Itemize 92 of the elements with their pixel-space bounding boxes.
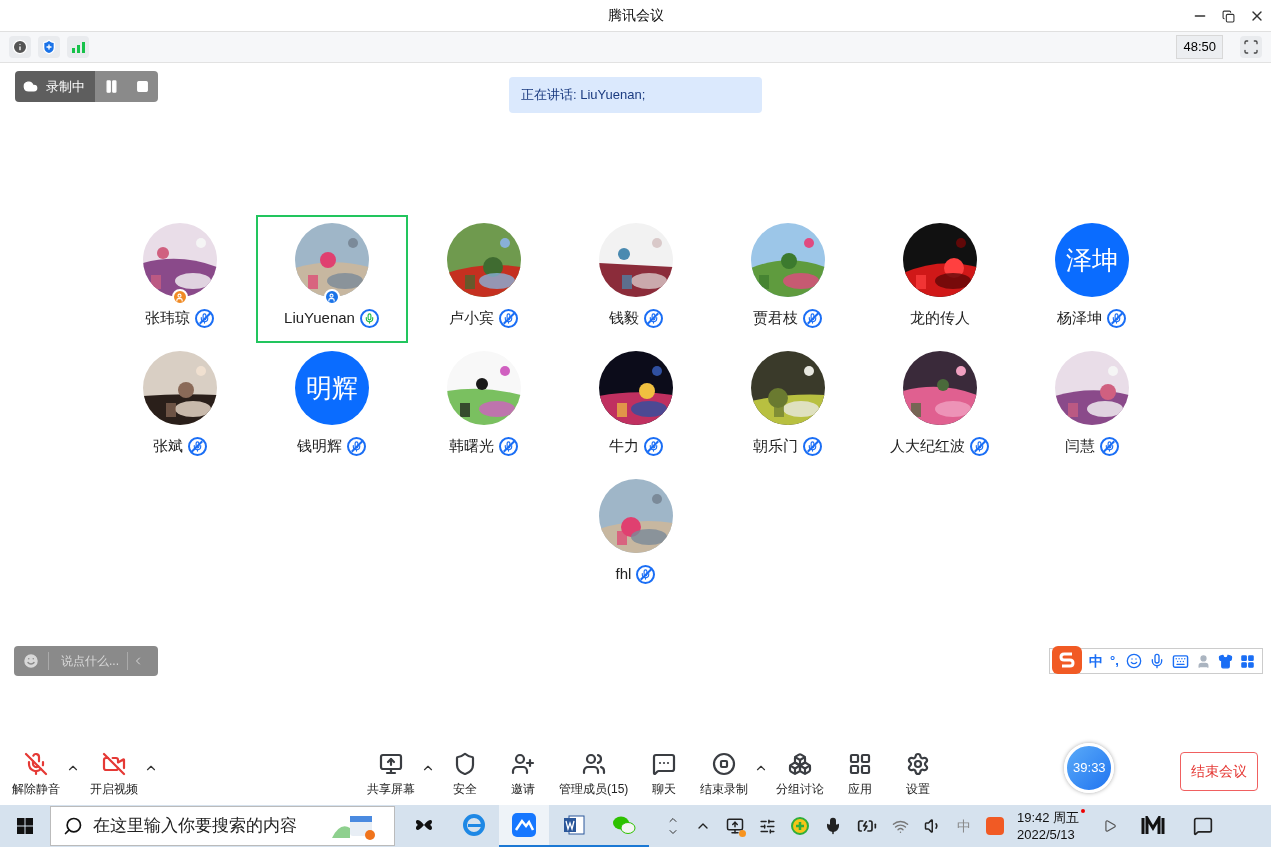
participant-tile[interactable]: 张斌	[103, 343, 256, 471]
participant-tile[interactable]: 贾君枝	[711, 215, 864, 343]
grid-icon[interactable]	[1239, 653, 1255, 669]
participant-tile[interactable]: 明辉 钱明辉	[255, 343, 408, 471]
participant-name: 钱毅	[608, 308, 639, 328]
search-field[interactable]: 在这里输入你要搜索的内容	[50, 806, 395, 846]
toolbar-button[interactable]: 聊天	[636, 752, 693, 798]
participant-tile[interactable]: 泽坤 杨泽坤	[1015, 215, 1168, 343]
logo-icon[interactable]	[1141, 816, 1166, 836]
meeting-app-icon	[512, 813, 536, 837]
participant-name: 贾君枝	[753, 308, 798, 328]
participant-tile[interactable]: LiuYuenan	[255, 215, 408, 343]
participant-name: 龙的传人	[909, 308, 970, 328]
pause-icon	[103, 79, 119, 94]
participant-tile[interactable]: 卢小宾	[407, 215, 560, 343]
info-button[interactable]	[9, 36, 31, 58]
screen-share-icon	[379, 752, 403, 776]
clock-date[interactable]: 2022/5/13	[1017, 826, 1080, 843]
participant-name: 张斌	[152, 436, 183, 456]
chat-bubble-icon	[652, 752, 677, 776]
participant-name: 钱明辉	[297, 436, 342, 456]
shield-icon	[41, 39, 57, 55]
participant-tile[interactable]: 牛力	[559, 343, 712, 471]
input-method-tray-icon[interactable]	[986, 817, 1004, 835]
participant-name: 张玮琼	[145, 308, 190, 328]
document-app-icon	[562, 813, 586, 837]
end-meeting-button[interactable]: 结束会议	[1180, 751, 1258, 791]
search-icon	[63, 816, 83, 836]
participant-tile[interactable]: fhl	[559, 471, 712, 599]
restore-icon[interactable]	[1222, 9, 1235, 23]
toolbar-button[interactable]: 应用	[832, 752, 889, 798]
toolbar-button[interactable]: 分组讨论	[770, 752, 831, 798]
emoji-icon[interactable]	[1125, 653, 1142, 669]
info-icon	[12, 39, 28, 55]
participant-tile[interactable]: 张玮琼	[103, 215, 256, 343]
participant-name: LiuYuenan	[284, 308, 355, 328]
fullscreen-button[interactable]	[1240, 36, 1262, 58]
muted-microphone-icon	[24, 752, 48, 776]
clock-time[interactable]: 19:42 周五	[1017, 809, 1080, 826]
toolbar-button[interactable]: 管理成员(15)	[553, 752, 635, 798]
toolbar-button[interactable]: 邀请	[495, 752, 551, 798]
elapsed-time: 48:50	[1176, 35, 1223, 59]
toolbar-button[interactable]: 结束录制	[694, 752, 755, 798]
participant-tile[interactable]: 韩曙光	[407, 343, 560, 471]
display-icon[interactable]	[726, 817, 744, 835]
toolbar-button[interactable]: 共享屏幕	[361, 752, 421, 798]
participant-name: fhl	[615, 564, 632, 584]
stop-button[interactable]	[127, 71, 158, 102]
microphone-icon[interactable]	[824, 817, 842, 835]
avatar: 明辉	[294, 351, 369, 425]
pause-button[interactable]	[95, 71, 127, 102]
participant-name: 卢小宾	[449, 308, 494, 328]
participant-name: 人大纪红波	[890, 436, 965, 456]
blocks-icon	[788, 752, 813, 776]
stop-icon	[136, 80, 149, 93]
participant-tile[interactable]: 闫慧	[1015, 343, 1168, 471]
participant-tile[interactable]: 钱毅	[559, 215, 712, 343]
people-icon	[581, 752, 606, 776]
add-person-icon	[511, 752, 535, 776]
browser-icon	[462, 813, 486, 837]
participant-name: 闫慧	[1064, 436, 1095, 456]
participant-name: 韩曙光	[449, 436, 494, 456]
security-button[interactable]	[38, 36, 60, 58]
apps-grid-icon	[848, 752, 873, 776]
toolbar-button[interactable]: 安全	[437, 752, 493, 798]
speaking-banner: 正在讲话: LiuYuenan;	[509, 77, 762, 113]
participant-name: 牛力	[608, 436, 639, 456]
cloud-icon	[23, 79, 38, 94]
shirt-icon[interactable]	[1217, 653, 1233, 669]
shield-icon	[453, 752, 477, 776]
recording-indicator: 录制中	[15, 71, 95, 102]
input-mode[interactable]: 中	[1089, 650, 1103, 672]
participant-name: 朝乐门	[753, 436, 798, 456]
toolbar-button[interactable]: 设置	[890, 752, 947, 798]
media-icon[interactable]	[1103, 819, 1118, 833]
avatar: 泽坤	[1054, 223, 1129, 297]
emoji-icon[interactable]	[22, 652, 40, 670]
window-title: 腾讯会议	[607, 6, 664, 25]
participant-tile[interactable]: 朝乐门	[711, 343, 864, 471]
toolbar-button[interactable]: 解除静音	[6, 752, 66, 798]
fullscreen-icon	[1243, 39, 1259, 55]
settings-icon	[906, 752, 931, 776]
toolbar-button[interactable]: 开启视频	[84, 752, 144, 798]
participant-name: 杨泽坤	[1057, 308, 1102, 328]
notification-icon[interactable]	[1193, 816, 1214, 836]
camera-off-icon	[102, 752, 126, 776]
keyboard-icon[interactable]	[1171, 652, 1189, 670]
punctuation-mode[interactable]: °,	[1110, 651, 1119, 671]
stop-icon	[712, 752, 737, 776]
sliders-icon[interactable]	[759, 817, 776, 835]
participant-tile[interactable]: 人大纪红波	[863, 343, 1016, 471]
participant-tile[interactable]: 龙的传人	[863, 215, 1016, 343]
